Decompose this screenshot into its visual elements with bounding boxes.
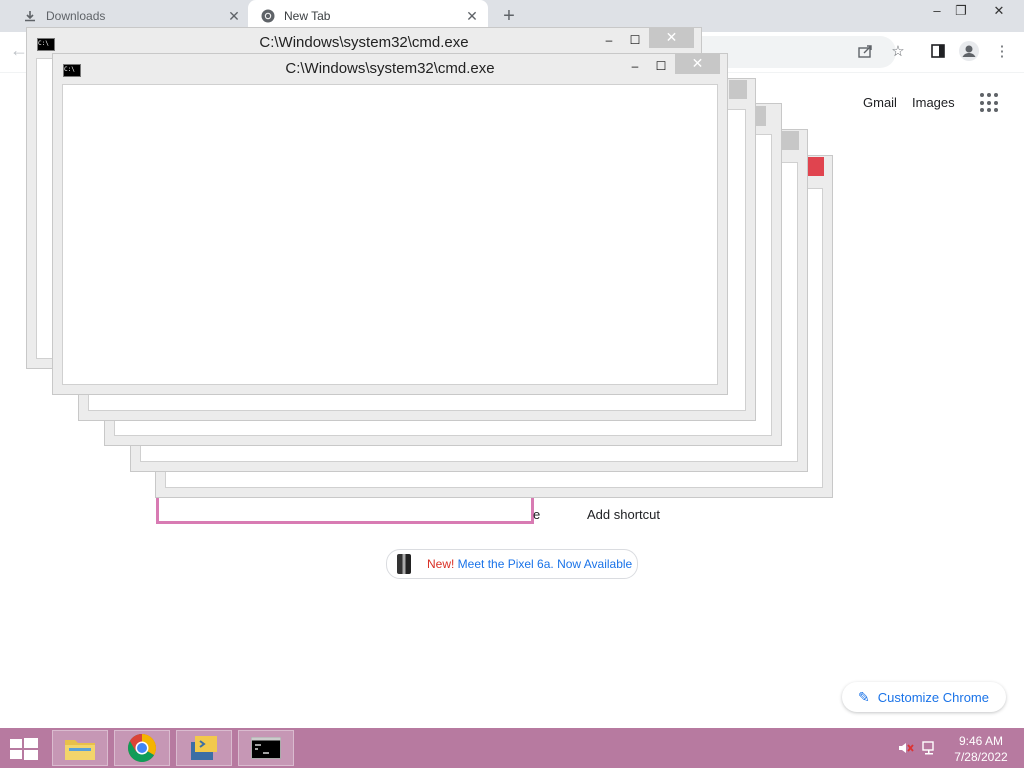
cmd-titlebar[interactable]: C:\ C:\Windows\system32\cmd.exe – ☐ ✕ [53, 54, 727, 84]
pixel-phone-icon [397, 554, 411, 574]
close-button[interactable] [729, 80, 747, 99]
close-button-red[interactable] [806, 157, 824, 176]
network-icon[interactable] [921, 740, 939, 756]
promo-chip[interactable]: New! Meet the Pixel 6a. Now Available [386, 549, 638, 579]
download-icon [22, 8, 38, 24]
share-icon[interactable] [855, 40, 877, 62]
speaker-muted-icon[interactable] [897, 740, 915, 756]
tab-title: New Tab [284, 9, 331, 23]
cmd-window[interactable]: C:\ C:\Windows\system32\cmd.exe – ☐ ✕ [52, 53, 728, 395]
close-button[interactable] [781, 131, 799, 150]
system-clock[interactable]: 9:46 AM 7/28/2022 [948, 733, 1014, 765]
cmd-console-area[interactable] [62, 84, 718, 385]
taskbar: 9:46 AM 7/28/2022 [0, 728, 1024, 768]
windows-start-icon[interactable] [10, 738, 38, 760]
google-apps-icon[interactable] [980, 93, 1000, 113]
clock-time: 9:46 AM [958, 734, 1004, 748]
new-tab-button[interactable]: + [498, 6, 520, 28]
python-icon[interactable] [176, 730, 232, 766]
chrome-icon[interactable] [114, 730, 170, 766]
tab-title: Downloads [46, 9, 106, 23]
close-button[interactable]: ✕ [675, 54, 720, 74]
images-link[interactable]: Images [912, 95, 955, 110]
side-panel-icon[interactable] [927, 40, 949, 62]
customize-chrome-button[interactable]: ✎ Customize Chrome [842, 682, 1006, 712]
restore-button[interactable]: ❐ [946, 2, 976, 24]
maximize-button[interactable]: ☐ [623, 31, 647, 51]
minimize-button[interactable]: – [597, 31, 621, 51]
bookmark-star-icon[interactable]: ☆ [887, 40, 909, 62]
promo-new-label: New! [427, 557, 455, 571]
profile-avatar-icon[interactable] [958, 40, 980, 62]
cmd-icon[interactable] [238, 730, 294, 766]
tab-close-button[interactable]: ✕ [462, 8, 482, 25]
add-shortcut-button[interactable]: Add shortcut [587, 507, 660, 522]
menu-kebab-icon[interactable]: ⋮ [991, 40, 1013, 62]
shortcut-label-partial: e [533, 507, 541, 522]
customize-chrome-label: Customize Chrome [877, 689, 989, 705]
shortcut-tile[interactable] [156, 495, 534, 524]
pencil-icon: ✎ [858, 688, 870, 705]
close-button[interactable]: ✕ [984, 2, 1014, 24]
tab-close-button[interactable]: ✕ [224, 8, 244, 25]
minimize-button[interactable]: – [623, 57, 647, 77]
chrome-icon [260, 8, 276, 24]
clock-date: 7/28/2022 [954, 750, 1008, 764]
file-explorer-icon[interactable] [52, 730, 108, 766]
close-button[interactable]: ✕ [649, 28, 694, 48]
gmail-link[interactable]: Gmail [863, 95, 897, 110]
maximize-button[interactable]: ☐ [649, 57, 673, 77]
promo-text: Meet the Pixel 6a. Now Available [454, 557, 633, 571]
